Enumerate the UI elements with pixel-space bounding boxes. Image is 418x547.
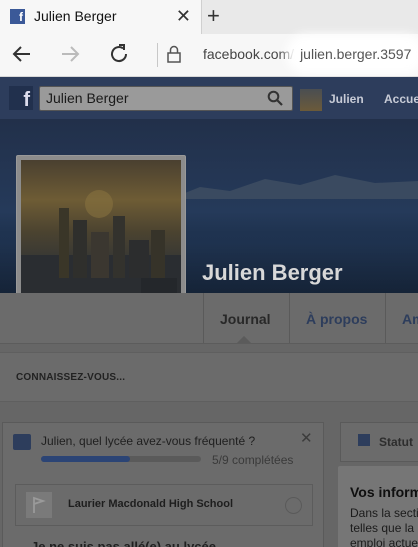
pencil-icon [358, 434, 370, 446]
facebook-logo-icon[interactable]: f [9, 86, 33, 111]
profile-name[interactable]: Julien Berger [202, 260, 343, 286]
active-tab-indicator [237, 336, 251, 343]
address-bar[interactable]: facebook.com/julien.berger.3597 [203, 42, 418, 66]
close-tab-icon[interactable]: ✕ [176, 6, 191, 27]
status-label: Statut [379, 435, 413, 449]
back-arrow-icon[interactable] [10, 42, 34, 72]
status-composer-tab[interactable]: Statut [340, 422, 418, 462]
profile-tabs: Journal À propos Amis [0, 293, 418, 344]
question-text: Julien, quel lycée avez-vous fréquenté ? [41, 434, 256, 448]
school-icon [13, 434, 31, 450]
info-title: Vos informations [350, 484, 418, 500]
progress-bar [41, 456, 201, 462]
browser-tab[interactable]: f Julien Berger ✕ [0, 0, 202, 34]
school-question-card: Julien, quel lycée avez-vous fréquenté ?… [2, 422, 324, 547]
home-link[interactable]: Accueil [384, 92, 418, 106]
school-radio[interactable] [285, 497, 302, 514]
tab-title: Julien Berger [34, 8, 117, 24]
info-line: Dans la section [350, 506, 418, 520]
url-path: julien.berger.3597 [294, 42, 418, 66]
school-option-label: Laurier Macdonald High School [68, 498, 234, 510]
browser-tab-bar: f Julien Berger ✕ + [0, 0, 418, 34]
facebook-page: f Julien Accueil [0, 77, 418, 547]
divider [157, 43, 158, 67]
facebook-top-bar: f Julien Accueil [0, 77, 418, 119]
avatar[interactable] [300, 89, 322, 111]
info-line: emploi actuel [350, 536, 418, 547]
no-school-option[interactable]: Je ne suis pas allé(e) au lycée [31, 539, 216, 547]
profile-link[interactable]: Julien [329, 92, 364, 106]
progress-text: 5/9 complétées [212, 453, 294, 467]
refresh-icon[interactable] [107, 42, 131, 72]
search-box[interactable] [39, 86, 293, 111]
school-option[interactable]: Laurier Macdonald High School [15, 484, 313, 526]
section-heading: CONNAISSEZ-VOUS... [16, 372, 126, 383]
lock-icon[interactable] [167, 45, 181, 63]
info-line: telles que la [350, 521, 415, 535]
progress-fill [41, 456, 130, 462]
close-icon[interactable]: ✕ [300, 429, 313, 447]
search-input[interactable] [40, 87, 262, 109]
new-tab-icon[interactable]: + [207, 3, 220, 29]
url-host: facebook.com/ [203, 46, 295, 62]
facebook-favicon-icon: f [10, 9, 25, 24]
tab-friends[interactable]: Amis [385, 293, 418, 343]
school-flag-icon [26, 492, 52, 518]
browser-nav-bar: facebook.com/julien.berger.3597 [0, 34, 418, 77]
info-panel: Vos informations Dans la section telles … [338, 466, 418, 547]
search-icon[interactable] [267, 90, 283, 106]
do-you-know-section: CONNAISSEZ-VOUS... [0, 352, 418, 402]
forward-arrow-icon[interactable] [58, 42, 82, 72]
